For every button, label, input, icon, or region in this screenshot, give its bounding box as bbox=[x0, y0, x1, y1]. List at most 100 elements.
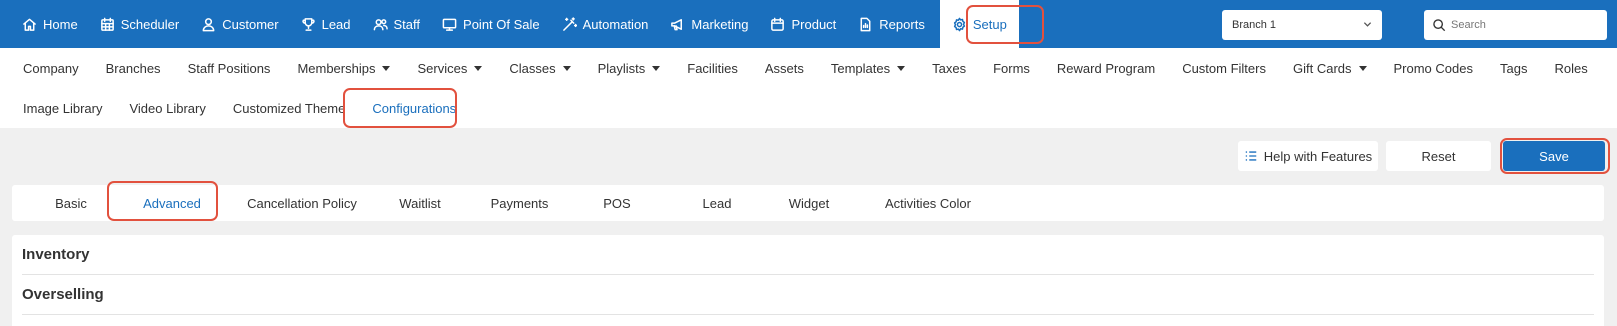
subnav-item-memberships[interactable]: Memberships bbox=[287, 61, 400, 76]
list-icon bbox=[1245, 151, 1257, 161]
setup-sub-navigation: Company Branches Staff Positions Members… bbox=[0, 48, 1617, 128]
section-title: Inventory bbox=[22, 246, 90, 263]
subnav-item-company[interactable]: Company bbox=[13, 61, 89, 76]
search-box[interactable] bbox=[1424, 10, 1607, 40]
help-button-label: Help with Features bbox=[1263, 148, 1373, 164]
subnav-item-label: Configurations bbox=[372, 100, 457, 116]
subnav-item-custom-filters[interactable]: Custom Filters bbox=[1172, 61, 1276, 76]
branch-select[interactable]: Branch 1 bbox=[1222, 10, 1382, 40]
subnav-item-configurations[interactable]: Configurations bbox=[362, 101, 466, 116]
subnav-item-forms[interactable]: Forms bbox=[983, 61, 1040, 76]
nav-item-automation[interactable]: Automation bbox=[551, 0, 660, 48]
subnav-item-roles[interactable]: Roles bbox=[1544, 61, 1597, 76]
search-icon bbox=[1433, 19, 1446, 32]
caret-down-icon bbox=[897, 65, 906, 71]
magic-wand-icon bbox=[562, 16, 577, 31]
nav-item-staff[interactable]: Staff bbox=[362, 0, 432, 48]
sub-nav-row-1: Company Branches Staff Positions Members… bbox=[13, 48, 1605, 88]
subnav-item-templates[interactable]: Templates bbox=[821, 61, 915, 76]
subnav-item-label: Video Library bbox=[129, 100, 206, 116]
caret-down-icon bbox=[1358, 65, 1367, 71]
nav-item-label: Automation bbox=[582, 16, 649, 32]
subnav-item-promo-codes[interactable]: Promo Codes bbox=[1384, 61, 1483, 76]
subnav-item-label: Taxes bbox=[932, 60, 967, 76]
main-menu: Home Scheduler Customer Lead Staff Point… bbox=[11, 0, 1019, 48]
subnav-item-branches[interactable]: Branches bbox=[96, 61, 171, 76]
section-inventory[interactable]: Inventory bbox=[22, 235, 1594, 275]
nav-item-setup[interactable]: Setup bbox=[939, 0, 1019, 48]
subnav-item-label: Customized Theme bbox=[232, 100, 346, 116]
subnav-item-classes[interactable]: Classes bbox=[499, 61, 580, 76]
tab-label: Advanced bbox=[143, 195, 201, 211]
tab-label: Cancellation Policy bbox=[247, 195, 357, 211]
subnav-item-label: Gift Cards bbox=[1292, 60, 1352, 76]
subnav-item-label: Promo Codes bbox=[1393, 60, 1473, 76]
nav-item-label: Lead bbox=[321, 16, 351, 32]
subnav-item-customized-theme[interactable]: Customized Theme bbox=[223, 101, 355, 116]
trophy-icon bbox=[301, 17, 315, 31]
nav-item-label: Point Of Sale bbox=[463, 16, 540, 32]
tab-label: Lead bbox=[702, 195, 732, 211]
branch-select-value: Branch 1 bbox=[1232, 19, 1277, 31]
subnav-item-reward-program[interactable]: Reward Program bbox=[1047, 61, 1165, 76]
subnav-item-label: Custom Filters bbox=[1182, 60, 1266, 76]
tab-label: POS bbox=[603, 195, 631, 211]
section-overselling[interactable]: Overselling bbox=[22, 275, 1594, 315]
subnav-item-services[interactable]: Services bbox=[407, 61, 492, 76]
caret-down-icon bbox=[382, 65, 391, 71]
tab-lead[interactable]: Lead bbox=[677, 185, 757, 221]
subnav-item-label: Tags bbox=[1499, 60, 1528, 76]
nav-item-label: Setup bbox=[972, 16, 1007, 32]
nav-item-reports[interactable]: Reports bbox=[847, 0, 936, 48]
tab-advanced[interactable]: Advanced bbox=[122, 185, 222, 221]
search-input[interactable] bbox=[1451, 19, 1591, 31]
chevron-down-icon bbox=[1363, 22, 1372, 27]
subnav-item-label: Assets bbox=[764, 60, 804, 76]
nav-item-label: Product bbox=[791, 16, 837, 32]
subnav-item-taxes[interactable]: Taxes bbox=[922, 61, 976, 76]
subnav-item-label: Playlists bbox=[597, 60, 646, 76]
nav-item-label: Scheduler bbox=[120, 16, 180, 32]
nav-item-scheduler[interactable]: Scheduler bbox=[89, 0, 191, 48]
tab-label: Basic bbox=[55, 195, 87, 211]
megaphone-icon bbox=[671, 18, 683, 30]
calendar-grid-icon bbox=[100, 17, 114, 31]
tab-widget[interactable]: Widget bbox=[769, 185, 849, 221]
save-button[interactable]: Save bbox=[1503, 141, 1605, 171]
subnav-item-assets[interactable]: Assets bbox=[755, 61, 814, 76]
report-icon bbox=[860, 17, 871, 31]
nav-item-home[interactable]: Home bbox=[11, 0, 89, 48]
nav-item-product[interactable]: Product bbox=[759, 0, 847, 48]
subnav-item-label: Services bbox=[417, 60, 468, 76]
tab-cancellation-policy[interactable]: Cancellation Policy bbox=[232, 185, 372, 221]
tab-label: Widget bbox=[788, 195, 830, 211]
subnav-item-label: Memberships bbox=[297, 60, 376, 76]
caret-down-icon bbox=[474, 65, 483, 71]
subnav-item-label: Classes bbox=[509, 60, 556, 76]
section-title: Overselling bbox=[22, 286, 104, 303]
subnav-item-tags[interactable]: Tags bbox=[1490, 61, 1537, 76]
subnav-item-playlists[interactable]: Playlists bbox=[588, 61, 671, 76]
help-with-features-button[interactable]: Help with Features bbox=[1238, 141, 1378, 171]
reset-button[interactable]: Reset bbox=[1386, 141, 1491, 171]
nav-item-point-of-sale[interactable]: Point Of Sale bbox=[431, 0, 551, 48]
subnav-item-video-library[interactable]: Video Library bbox=[119, 101, 215, 116]
nav-item-marketing[interactable]: Marketing bbox=[659, 0, 759, 48]
nav-item-lead[interactable]: Lead bbox=[290, 0, 362, 48]
subnav-item-label: Forms bbox=[993, 60, 1030, 76]
sub-nav-row-2: Image Library Video Library Customized T… bbox=[13, 88, 473, 128]
subnav-item-image-library[interactable]: Image Library bbox=[13, 101, 112, 116]
save-button-label: Save bbox=[1539, 148, 1569, 164]
tab-waitlist[interactable]: Waitlist bbox=[380, 185, 460, 221]
nav-item-customer[interactable]: Customer bbox=[190, 0, 289, 48]
subnav-item-staff-positions[interactable]: Staff Positions bbox=[178, 61, 281, 76]
advanced-settings-panel: Inventory Overselling bbox=[12, 235, 1604, 326]
tab-activities-color[interactable]: Activities Color bbox=[872, 185, 984, 221]
subnav-item-facilities[interactable]: Facilities bbox=[677, 61, 748, 76]
tab-payments[interactable]: Payments bbox=[472, 185, 567, 221]
top-navigation-bar: Home Scheduler Customer Lead Staff Point… bbox=[0, 0, 1617, 48]
tab-basic[interactable]: Basic bbox=[24, 185, 118, 221]
subnav-item-gift-cards[interactable]: Gift Cards bbox=[1283, 61, 1377, 76]
tab-pos[interactable]: POS bbox=[577, 185, 657, 221]
tab-label: Payments bbox=[490, 195, 549, 211]
